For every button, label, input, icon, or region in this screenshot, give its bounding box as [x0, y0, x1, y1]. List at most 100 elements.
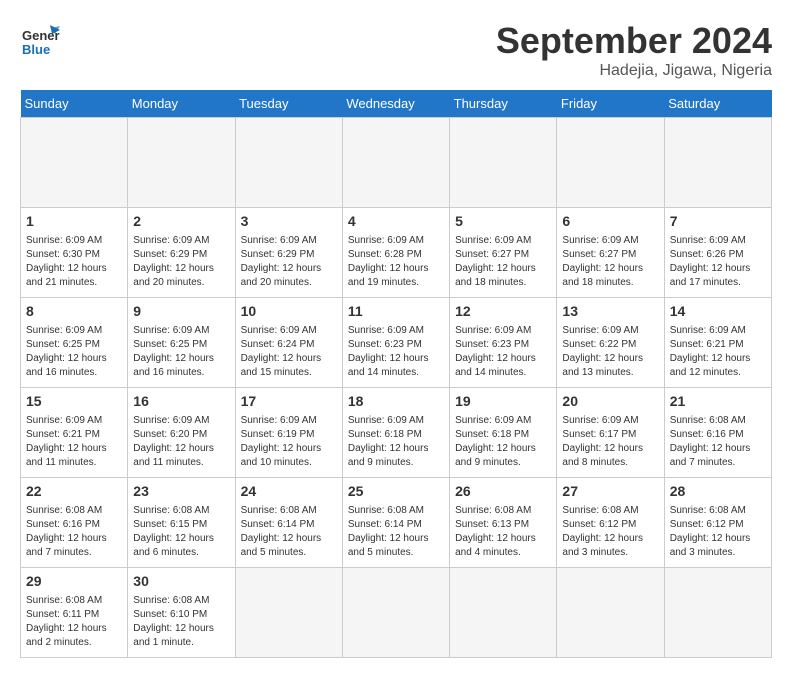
logo-icon: General Blue: [20, 20, 60, 65]
day-number: 7: [670, 212, 766, 232]
calendar-cell: 30Sunrise: 6:08 AMSunset: 6:10 PMDayligh…: [128, 568, 235, 658]
calendar-cell: 19Sunrise: 6:09 AMSunset: 6:18 PMDayligh…: [450, 388, 557, 478]
day-number: 3: [241, 212, 337, 232]
day-info: Sunrise: 6:08 AMSunset: 6:15 PMDaylight:…: [133, 504, 229, 560]
day-number: 12: [455, 302, 551, 322]
calendar-cell: 29Sunrise: 6:08 AMSunset: 6:11 PMDayligh…: [21, 568, 128, 658]
day-info: Sunrise: 6:09 AMSunset: 6:19 PMDaylight:…: [241, 414, 337, 470]
day-info: Sunrise: 6:08 AMSunset: 6:11 PMDaylight:…: [26, 594, 122, 650]
calendar-cell: 6Sunrise: 6:09 AMSunset: 6:27 PMDaylight…: [557, 208, 664, 298]
day-number: 10: [241, 302, 337, 322]
calendar-cell: 8Sunrise: 6:09 AMSunset: 6:25 PMDaylight…: [21, 298, 128, 388]
day-number: 4: [348, 212, 444, 232]
calendar-cell: 11Sunrise: 6:09 AMSunset: 6:23 PMDayligh…: [342, 298, 449, 388]
calendar-week-1: [21, 118, 772, 208]
calendar-cell: 7Sunrise: 6:09 AMSunset: 6:26 PMDaylight…: [664, 208, 771, 298]
calendar-cell: [342, 118, 449, 208]
day-number: 1: [26, 212, 122, 232]
calendar-cell: 18Sunrise: 6:09 AMSunset: 6:18 PMDayligh…: [342, 388, 449, 478]
header-day-friday: Friday: [557, 90, 664, 118]
day-info: Sunrise: 6:09 AMSunset: 6:17 PMDaylight:…: [562, 414, 658, 470]
day-number: 28: [670, 482, 766, 502]
calendar-cell: [235, 568, 342, 658]
day-number: 22: [26, 482, 122, 502]
day-number: 17: [241, 392, 337, 412]
day-info: Sunrise: 6:09 AMSunset: 6:20 PMDaylight:…: [133, 414, 229, 470]
day-number: 13: [562, 302, 658, 322]
day-number: 27: [562, 482, 658, 502]
day-info: Sunrise: 6:08 AMSunset: 6:12 PMDaylight:…: [562, 504, 658, 560]
calendar-cell: [664, 118, 771, 208]
calendar-cell: [235, 118, 342, 208]
calendar-cell: 22Sunrise: 6:08 AMSunset: 6:16 PMDayligh…: [21, 478, 128, 568]
calendar-cell: 13Sunrise: 6:09 AMSunset: 6:22 PMDayligh…: [557, 298, 664, 388]
calendar-cell: 21Sunrise: 6:08 AMSunset: 6:16 PMDayligh…: [664, 388, 771, 478]
day-info: Sunrise: 6:08 AMSunset: 6:13 PMDaylight:…: [455, 504, 551, 560]
calendar-cell: [450, 568, 557, 658]
calendar-header-row: SundayMondayTuesdayWednesdayThursdayFrid…: [21, 90, 772, 118]
day-number: 5: [455, 212, 551, 232]
calendar-cell: 1Sunrise: 6:09 AMSunset: 6:30 PMDaylight…: [21, 208, 128, 298]
day-number: 21: [670, 392, 766, 412]
calendar-cell: [450, 118, 557, 208]
day-number: 15: [26, 392, 122, 412]
calendar-cell: 2Sunrise: 6:09 AMSunset: 6:29 PMDaylight…: [128, 208, 235, 298]
calendar-cell: 27Sunrise: 6:08 AMSunset: 6:12 PMDayligh…: [557, 478, 664, 568]
calendar-cell: 10Sunrise: 6:09 AMSunset: 6:24 PMDayligh…: [235, 298, 342, 388]
day-info: Sunrise: 6:09 AMSunset: 6:18 PMDaylight:…: [348, 414, 444, 470]
calendar-cell: 26Sunrise: 6:08 AMSunset: 6:13 PMDayligh…: [450, 478, 557, 568]
header-day-sunday: Sunday: [21, 90, 128, 118]
header-day-saturday: Saturday: [664, 90, 771, 118]
day-info: Sunrise: 6:08 AMSunset: 6:14 PMDaylight:…: [348, 504, 444, 560]
header-day-monday: Monday: [128, 90, 235, 118]
day-number: 26: [455, 482, 551, 502]
day-number: 16: [133, 392, 229, 412]
day-number: 18: [348, 392, 444, 412]
header-day-wednesday: Wednesday: [342, 90, 449, 118]
calendar-cell: [557, 118, 664, 208]
day-info: Sunrise: 6:08 AMSunset: 6:12 PMDaylight:…: [670, 504, 766, 560]
logo: General Blue: [20, 20, 60, 65]
day-info: Sunrise: 6:09 AMSunset: 6:22 PMDaylight:…: [562, 324, 658, 380]
calendar-cell: 20Sunrise: 6:09 AMSunset: 6:17 PMDayligh…: [557, 388, 664, 478]
day-info: Sunrise: 6:09 AMSunset: 6:18 PMDaylight:…: [455, 414, 551, 470]
calendar-table: SundayMondayTuesdayWednesdayThursdayFrid…: [20, 90, 772, 658]
day-number: 2: [133, 212, 229, 232]
calendar-cell: 15Sunrise: 6:09 AMSunset: 6:21 PMDayligh…: [21, 388, 128, 478]
calendar-cell: 5Sunrise: 6:09 AMSunset: 6:27 PMDaylight…: [450, 208, 557, 298]
day-info: Sunrise: 6:09 AMSunset: 6:21 PMDaylight:…: [670, 324, 766, 380]
day-number: 9: [133, 302, 229, 322]
calendar-cell: 23Sunrise: 6:08 AMSunset: 6:15 PMDayligh…: [128, 478, 235, 568]
day-info: Sunrise: 6:09 AMSunset: 6:24 PMDaylight:…: [241, 324, 337, 380]
day-info: Sunrise: 6:09 AMSunset: 6:29 PMDaylight:…: [133, 234, 229, 290]
day-info: Sunrise: 6:09 AMSunset: 6:23 PMDaylight:…: [455, 324, 551, 380]
day-number: 14: [670, 302, 766, 322]
day-info: Sunrise: 6:09 AMSunset: 6:21 PMDaylight:…: [26, 414, 122, 470]
day-info: Sunrise: 6:09 AMSunset: 6:25 PMDaylight:…: [133, 324, 229, 380]
day-info: Sunrise: 6:09 AMSunset: 6:28 PMDaylight:…: [348, 234, 444, 290]
day-number: 20: [562, 392, 658, 412]
calendar-week-5: 22Sunrise: 6:08 AMSunset: 6:16 PMDayligh…: [21, 478, 772, 568]
calendar-cell: 12Sunrise: 6:09 AMSunset: 6:23 PMDayligh…: [450, 298, 557, 388]
day-number: 19: [455, 392, 551, 412]
month-title: September 2024: [496, 20, 772, 62]
day-number: 29: [26, 572, 122, 592]
calendar-cell: 4Sunrise: 6:09 AMSunset: 6:28 PMDaylight…: [342, 208, 449, 298]
day-info: Sunrise: 6:08 AMSunset: 6:14 PMDaylight:…: [241, 504, 337, 560]
day-number: 8: [26, 302, 122, 322]
day-info: Sunrise: 6:08 AMSunset: 6:16 PMDaylight:…: [670, 414, 766, 470]
day-number: 24: [241, 482, 337, 502]
day-info: Sunrise: 6:09 AMSunset: 6:23 PMDaylight:…: [348, 324, 444, 380]
day-info: Sunrise: 6:08 AMSunset: 6:16 PMDaylight:…: [26, 504, 122, 560]
calendar-cell: 28Sunrise: 6:08 AMSunset: 6:12 PMDayligh…: [664, 478, 771, 568]
calendar-cell: 14Sunrise: 6:09 AMSunset: 6:21 PMDayligh…: [664, 298, 771, 388]
calendar-cell: [557, 568, 664, 658]
calendar-cell: 9Sunrise: 6:09 AMSunset: 6:25 PMDaylight…: [128, 298, 235, 388]
day-info: Sunrise: 6:08 AMSunset: 6:10 PMDaylight:…: [133, 594, 229, 650]
calendar-cell: 17Sunrise: 6:09 AMSunset: 6:19 PMDayligh…: [235, 388, 342, 478]
calendar-cell: [342, 568, 449, 658]
day-info: Sunrise: 6:09 AMSunset: 6:26 PMDaylight:…: [670, 234, 766, 290]
calendar-cell: 16Sunrise: 6:09 AMSunset: 6:20 PMDayligh…: [128, 388, 235, 478]
calendar-week-6: 29Sunrise: 6:08 AMSunset: 6:11 PMDayligh…: [21, 568, 772, 658]
calendar-cell: [128, 118, 235, 208]
